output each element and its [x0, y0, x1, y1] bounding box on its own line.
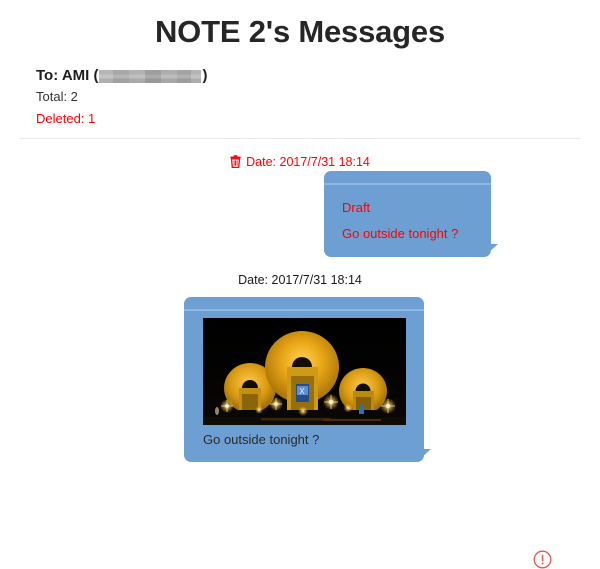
message-date: Date: 2017/7/31 18:14	[238, 273, 362, 287]
message-date-row: Date: 2017/7/31 18:14	[0, 257, 600, 289]
bubble-body: Draft Go outside tonight ?	[324, 185, 491, 247]
page-title: NOTE 2's Messages	[155, 14, 445, 49]
message-thread: Date: 2017/7/31 18:14 Draft Go outside t…	[0, 139, 600, 569]
bubble-header-bar	[184, 297, 424, 311]
deleted-count: Deleted: 1	[36, 111, 96, 126]
svg-text:X: X	[299, 387, 305, 396]
message-bubble-row: X Go outside tonight ?	[0, 297, 600, 462]
message-bubble-media[interactable]: X Go outside tonight ?	[184, 297, 431, 462]
bubble-body: X Go outside tonight ?	[184, 311, 424, 455]
recipient-label: To: AMI (	[36, 67, 99, 84]
message-image-thumbnail[interactable]: X	[203, 318, 406, 425]
redacted-phone-number	[99, 69, 202, 83]
message-text: Go outside tonight ?	[203, 432, 320, 447]
trash-icon[interactable]	[230, 155, 241, 168]
message-bubble-row: Draft Go outside tonight ?	[0, 171, 600, 257]
message-status: Draft	[342, 200, 371, 215]
bubble-header-bar	[324, 171, 491, 185]
message-date-row: Date: 2017/7/31 18:14	[0, 139, 600, 171]
total-count: Total: 2	[36, 89, 78, 104]
exclamation-circle-icon[interactable]	[533, 550, 552, 569]
message-date: Date: 2017/7/31 18:14	[246, 155, 370, 169]
recipient-paren-close: )	[202, 67, 208, 84]
recipient-line: To: AMI ()	[36, 66, 600, 86]
message-summary: To: AMI () Total: 2 Deleted: 1	[0, 52, 600, 130]
message-text: Go outside tonight ?	[342, 226, 459, 241]
message-bubble-draft[interactable]: Draft Go outside tonight ?	[324, 171, 498, 257]
